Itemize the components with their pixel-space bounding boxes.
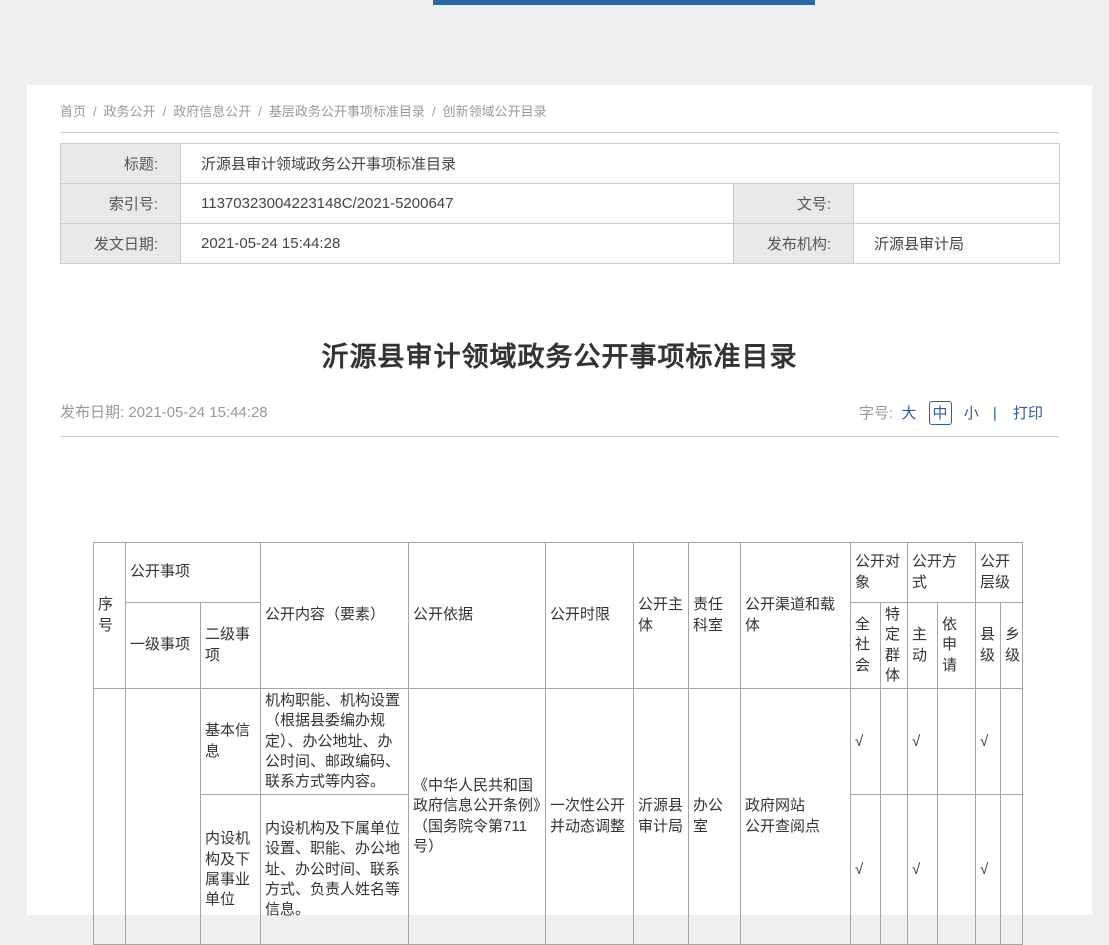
cell-teding-1 [881,689,908,795]
header-teding-qunti: 特定群体 [881,603,908,689]
catalog-header-row-1: 序号 公开事项 公开内容（要素） 公开依据 公开时限 公开主体 责任科室 公开渠… [94,543,1023,603]
breadcrumb-item-home[interactable]: 首页 [60,104,86,119]
meta-row-title: 标题: 沂源县审计领域政务公开事项标准目录 [61,144,1060,184]
header-gongkai-shixiang: 公开事项 [126,543,261,603]
header-zhudong: 主动 [908,603,938,689]
header-quanshehui: 全社会 [851,603,881,689]
page-title: 沂源县审计领域政务公开事项标准目录 [27,335,1092,374]
header-xiangji: 乡级 [1001,603,1023,689]
header-shixian: 公开时限 [546,543,634,689]
meta-row-index: 索引号: 11370323004223148C/2021-5200647 文号: [61,184,1060,224]
cell-neirong-1: 机构职能、机构设置（根据县委编办规定）、办公地址、办公时间、邮政编码、联系方式等… [261,689,409,795]
cell-xiangji-2 [1001,795,1023,945]
breadcrumb-item-zfxxgk[interactable]: 政府信息公开 [173,104,251,119]
controls-divider: | [993,405,997,422]
cell-xianji-check-2: √ [976,795,1001,945]
meta-row-date: 发文日期: 2021-05-24 15:44:28 发布机构: 沂源县审计局 [61,224,1060,264]
cell-neirong-2: 内设机构及下属单位设置、职能、办公地址、办公时间、联系方式、负责人姓名等信息。 [261,795,409,945]
cell-erji-2: 内设机构及下属事业单位 [201,795,261,945]
breadcrumb-separator: / [163,104,167,119]
header-neirong: 公开内容（要素） [261,543,409,689]
cell-yiju: 《中华人民共和国政府信息公开条例》（国务院令第711号） [409,689,546,945]
top-nav-bar-fragment [433,0,815,5]
document-meta-table: 标题: 沂源县审计领域政务公开事项标准目录 索引号: 1137032300422… [60,143,1060,264]
breadcrumb-item-jczwgk[interactable]: 基层政务公开事项标准目录 [269,104,425,119]
cell-yiji [126,689,201,945]
breadcrumb-separator: / [93,104,97,119]
meta-org-label: 发布机构: [734,224,854,264]
meta-date-value: 2021-05-24 15:44:28 [181,224,734,264]
cell-teding-2 [881,795,908,945]
meta-title-value: 沂源县审计领域政务公开事项标准目录 [181,144,1060,184]
header-zhuti: 公开主体 [634,543,689,689]
publish-date-label: 发布日期: [60,404,124,421]
cell-zhudong-check-1: √ [908,689,938,795]
cell-keshi: 办公室 [689,689,741,945]
meta-index-value: 11370323004223148C/2021-5200647 [181,184,734,224]
header-yiji-shixiang: 一级事项 [126,603,201,689]
breadcrumb-item-zwgk[interactable]: 政务公开 [104,104,156,119]
header-yiju: 公开依据 [409,543,546,689]
cell-yishenqing-1 [938,689,976,795]
publish-date: 发布日期: 2021-05-24 15:44:28 [60,401,268,422]
font-size-medium-button[interactable]: 中 [929,401,952,425]
publish-date-value: 2021-05-24 15:44:28 [128,404,267,421]
cell-xiangji-1 [1001,689,1023,795]
font-size-label: 字号: [859,405,893,422]
meta-docnum-label: 文号: [734,184,854,224]
page: { "colors": { "top_bar_blue": "#2e68a0",… [0,0,1109,886]
cell-xianji-check-1: √ [976,689,1001,795]
header-duixiang: 公开对象 [851,543,908,603]
breadcrumb-separator: / [258,104,262,119]
cell-yishenqing-2 [938,795,976,945]
cell-zhuti: 沂源县审计局 [634,689,689,945]
cell-erji-1: 基本信息 [201,689,261,795]
content-panel: 首页 / 政务公开 / 政府信息公开 / 基层政务公开事项标准目录 / 创新领域公开目录 标题:… [27,85,1092,915]
publish-info-row: 发布日期: 2021-05-24 15:44:28 字号: 大 中 小 | 打印 [60,393,1059,437]
meta-org-value: 沂源县审计局 [854,224,1060,264]
cell-shixian: 一次性公开并动态调整 [546,689,634,945]
font-size-small-button[interactable]: 小 [964,405,979,422]
meta-title-label: 标题: [61,144,181,184]
cell-zhudong-check-2: √ [908,795,938,945]
header-cengji: 公开层级 [976,543,1023,603]
meta-date-label: 发文日期: [61,224,181,264]
header-qudao: 公开渠道和载体 [741,543,851,689]
breadcrumb: 首页 / 政务公开 / 政府信息公开 / 基层政务公开事项标准目录 / 创新领域公开目录 [60,101,1059,133]
disclosure-catalog-table: 序号 公开事项 公开内容（要素） 公开依据 公开时限 公开主体 责任科室 公开渠… [93,542,1023,945]
font-size-large-button[interactable]: 大 [901,405,916,422]
header-xuhao: 序号 [94,543,126,689]
meta-docnum-value [854,184,1060,224]
font-size-controls: 字号: 大 中 小 | 打印 [859,401,1047,425]
cell-qudao: 政府网站 公开查阅点 [741,689,851,945]
catalog-body-row-1: 基本信息 机构职能、机构设置（根据县委编办规定）、办公地址、办公时间、邮政编码、… [94,689,1023,795]
cell-xuhao [94,689,126,945]
header-fangshi: 公开方式 [908,543,976,603]
meta-index-label: 索引号: [61,184,181,224]
breadcrumb-item-cxlygkml[interactable]: 创新领域公开目录 [443,104,547,119]
header-keshi: 责任科室 [689,543,741,689]
header-erji-shixiang: 二级事项 [201,603,261,689]
cell-quanshehui-check-1: √ [851,689,881,795]
cell-quanshehui-check-2: √ [851,795,881,945]
header-yishenqing: 依申请 [938,603,976,689]
breadcrumb-separator: / [432,104,436,119]
print-button[interactable]: 打印 [1013,405,1043,422]
header-xianji: 县级 [976,603,1001,689]
